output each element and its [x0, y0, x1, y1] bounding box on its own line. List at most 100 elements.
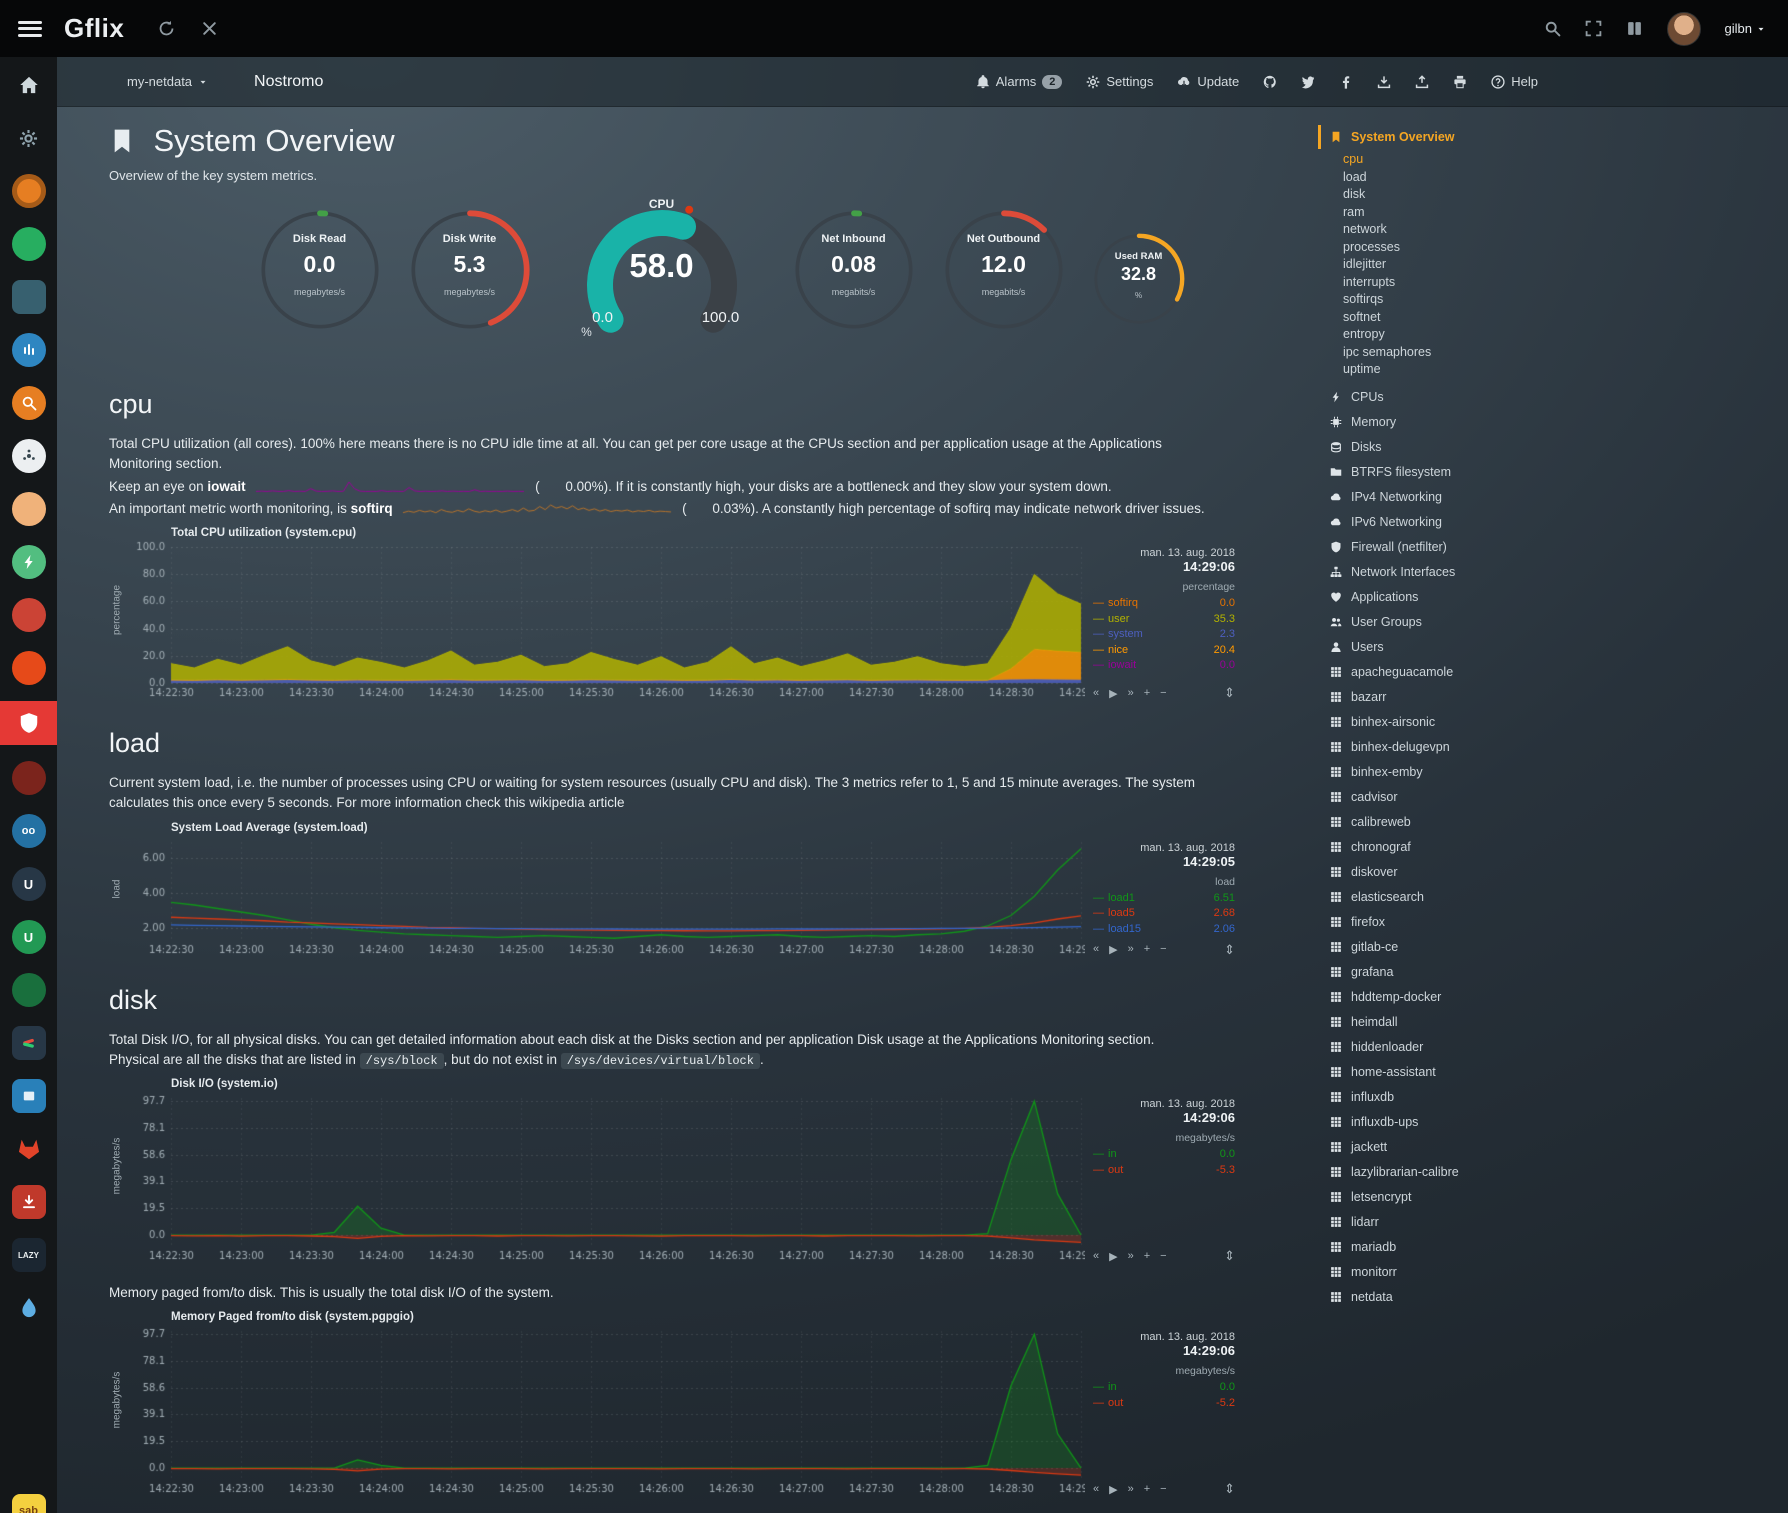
fullscreen-icon[interactable] [1585, 20, 1602, 37]
sidebar-app-lazylibrarian[interactable]: LAZY [0, 1235, 57, 1275]
chart-skip-back-button[interactable]: « [1093, 1483, 1099, 1496]
menu-container-home-assistant[interactable]: home-assistant [1329, 1060, 1609, 1085]
menu-container-bazarr[interactable]: bazarr [1329, 685, 1609, 710]
netdata-host-dropdown[interactable]: my-netdata [127, 74, 208, 89]
chart-zoom-in-button[interactable]: + [1144, 687, 1150, 700]
search-icon[interactable] [1544, 20, 1561, 37]
menu-container-jackett[interactable]: jackett [1329, 1135, 1609, 1160]
twitter-button[interactable] [1301, 75, 1315, 89]
chart-skip-forward-button[interactable]: » [1128, 687, 1134, 700]
menu-button[interactable] [18, 21, 42, 37]
sidebar-app-app-dark-u[interactable]: U [0, 864, 57, 904]
sidebar-app-app-blue-window[interactable] [0, 1076, 57, 1116]
settings-button[interactable]: Settings [1086, 74, 1153, 89]
menu-container-letsencrypt[interactable]: letsencrypt [1329, 1185, 1609, 1210]
menu-section-disks[interactable]: Disks [1329, 435, 1609, 460]
grid-icon[interactable] [1626, 20, 1643, 37]
menu-item-interrupts[interactable]: interrupts [1343, 274, 1609, 292]
menu-item-processes[interactable]: processes [1343, 239, 1609, 257]
facebook-button[interactable] [1339, 75, 1353, 89]
chart-skip-forward-button[interactable]: » [1128, 943, 1134, 956]
menu-item-softirqs[interactable]: softirqs [1343, 291, 1609, 309]
menu-item-softnet[interactable]: softnet [1343, 309, 1609, 327]
chart-play-button[interactable]: ▶ [1109, 943, 1117, 956]
menu-container-binhex-delugevpn[interactable]: binhex-delugevpn [1329, 735, 1609, 760]
menu-item-ipc-semaphores[interactable]: ipc semaphores [1343, 344, 1609, 362]
legend-row-user[interactable]: —user35.3 [1093, 612, 1235, 628]
avatar[interactable] [1667, 12, 1701, 46]
chart-play-button[interactable]: ▶ [1109, 1250, 1117, 1263]
sidebar-app-app-droplet[interactable] [0, 1288, 57, 1328]
menu-item-idlejitter[interactable]: idlejitter [1343, 256, 1609, 274]
sidebar-app-app-maroon[interactable] [0, 758, 57, 798]
gauge-net-inbound[interactable]: Net Inbound0.08megabits/s [791, 207, 917, 333]
menu-system-overview[interactable]: System Overview [1318, 125, 1609, 149]
menu-section-ipv6-networking[interactable]: IPv6 Networking [1329, 510, 1609, 535]
menu-container-calibreweb[interactable]: calibreweb [1329, 810, 1609, 835]
menu-section-cpus[interactable]: CPUs [1329, 385, 1609, 410]
sidebar-app-sabnzbd[interactable]: sab [0, 1491, 57, 1513]
refresh-icon[interactable] [158, 20, 175, 37]
gauge-disk-read[interactable]: Disk Read0.0megabytes/s [257, 207, 383, 333]
chart-skip-forward-button[interactable]: » [1128, 1250, 1134, 1263]
chart-zoom-out-button[interactable]: − [1160, 687, 1166, 700]
menu-container-cadvisor[interactable]: cadvisor [1329, 785, 1609, 810]
menu-container-elasticsearch[interactable]: elasticsearch [1329, 885, 1609, 910]
menu-item-load[interactable]: load [1343, 169, 1609, 187]
chart-skip-back-button[interactable]: « [1093, 687, 1099, 700]
print-button[interactable] [1453, 75, 1467, 89]
sidebar-app-home[interactable] [0, 65, 57, 105]
update-button[interactable]: Update [1177, 74, 1239, 89]
sidebar-app-app-deep-orange[interactable] [0, 648, 57, 688]
chart-zoom-in-button[interactable]: + [1144, 1250, 1150, 1263]
legend-row-out[interactable]: —out-5.2 [1093, 1396, 1235, 1412]
chart-resize-handle[interactable]: ⇕ [1224, 1481, 1235, 1497]
sidebar-app-app-green-bolt[interactable] [0, 542, 57, 582]
sidebar-app-settings[interactable] [0, 118, 57, 158]
legend-row-iowait[interactable]: —iowait0.0 [1093, 658, 1235, 674]
legend-row-nice[interactable]: —nice20.4 [1093, 643, 1235, 659]
legend-row-system[interactable]: —system2.3 [1093, 627, 1235, 643]
legend-row-in[interactable]: —in0.0 [1093, 1147, 1235, 1163]
sidebar-app-app-orange-ring[interactable] [0, 171, 57, 211]
legend-row-in[interactable]: —in0.0 [1093, 1380, 1235, 1396]
menu-section-network-interfaces[interactable]: Network Interfaces [1329, 560, 1609, 585]
sidebar-app-app-green-circle[interactable] [0, 224, 57, 264]
gauge-used-ram[interactable]: Used RAM32.8% [1091, 231, 1187, 327]
menu-container-mariadb[interactable]: mariadb [1329, 1235, 1609, 1260]
sidebar-app-app-red-download[interactable] [0, 1182, 57, 1222]
menu-container-gitlab-ce[interactable]: gitlab-ce [1329, 935, 1609, 960]
menu-container-grafana[interactable]: grafana [1329, 960, 1609, 985]
menu-container-influxdb[interactable]: influxdb [1329, 1085, 1609, 1110]
menu-item-entropy[interactable]: entropy [1343, 326, 1609, 344]
menu-section-user-groups[interactable]: User Groups [1329, 610, 1609, 635]
legend-row-load15[interactable]: —load152.06 [1093, 922, 1235, 938]
menu-container-binhex-airsonic[interactable]: binhex-airsonic [1329, 710, 1609, 735]
legend-row-load1[interactable]: —load16.51 [1093, 891, 1235, 907]
menu-item-ram[interactable]: ram [1343, 204, 1609, 222]
sidebar-app-app-slate-square[interactable] [0, 277, 57, 317]
close-icon[interactable] [201, 20, 218, 37]
help-button[interactable]: Help [1491, 74, 1538, 89]
chart-skip-back-button[interactable]: « [1093, 1250, 1099, 1263]
menu-section-btrfs-filesystem[interactable]: BTRFS filesystem [1329, 460, 1609, 485]
sidebar-app-app-search-orange[interactable] [0, 383, 57, 423]
gauge-cpu[interactable]: CPU58.00.0100.0% [557, 193, 767, 343]
chart-play-button[interactable]: ▶ [1109, 687, 1117, 700]
chart-zoom-out-button[interactable]: − [1160, 1250, 1166, 1263]
legend-row-out[interactable]: —out-5.3 [1093, 1163, 1235, 1179]
chart-skip-forward-button[interactable]: » [1128, 1483, 1134, 1496]
chart-skip-back-button[interactable]: « [1093, 943, 1099, 956]
sidebar-app-netdata[interactable] [0, 701, 57, 745]
menu-container-lidarr[interactable]: lidarr [1329, 1210, 1609, 1235]
menu-container-chronograf[interactable]: chronograf [1329, 835, 1609, 860]
menu-item-disk[interactable]: disk [1343, 186, 1609, 204]
menu-section-memory[interactable]: Memory [1329, 410, 1609, 435]
sidebar-app-app-pills[interactable] [0, 1023, 57, 1063]
menu-container-hiddenloader[interactable]: hiddenloader [1329, 1035, 1609, 1060]
sidebar-app-app-dark-green[interactable] [0, 970, 57, 1010]
chart-canvas[interactable] [125, 836, 1085, 958]
chart-canvas[interactable] [125, 541, 1085, 701]
legend-row-softirq[interactable]: —softirq0.0 [1093, 596, 1235, 612]
menu-container-heimdall[interactable]: heimdall [1329, 1010, 1609, 1035]
